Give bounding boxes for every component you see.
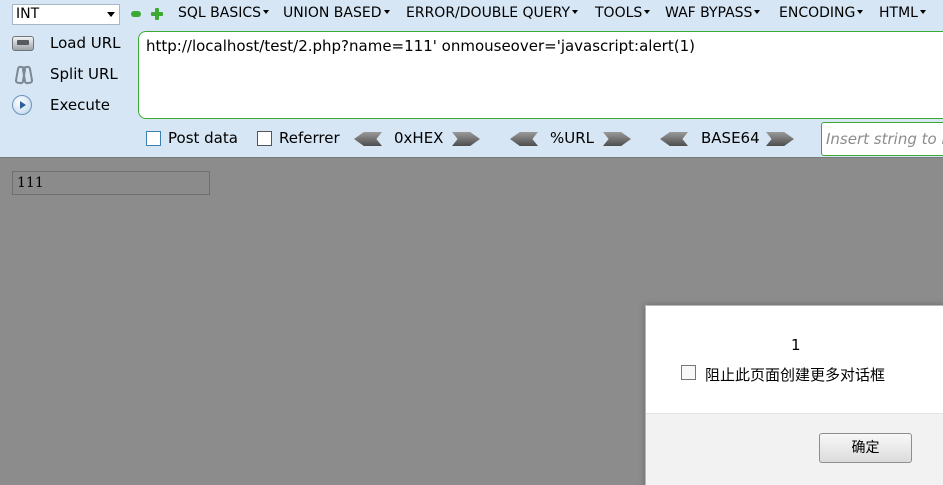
minus-icon[interactable]: [131, 11, 141, 17]
url-converter: %URL: [510, 129, 634, 149]
menu-error-double-query[interactable]: ERROR/DOUBLE QUERY: [406, 5, 579, 21]
name-input[interactable]: 111: [12, 171, 210, 195]
hex-converter: 0xHEX: [354, 129, 482, 149]
url-encode-label: %URL: [550, 129, 595, 147]
scissors-icon: [12, 64, 34, 84]
menu-encoding[interactable]: ENCODING: [779, 5, 864, 21]
menu-label: SQL BASICS: [178, 5, 262, 21]
menu-label: HTML: [879, 5, 918, 21]
alert-dialog-footer: 确定: [646, 413, 943, 485]
base64-label: BASE64: [701, 129, 760, 147]
alert-message: 1: [791, 336, 801, 354]
menu-waf-bypass[interactable]: WAF BYPASS: [665, 5, 761, 21]
load-url-button[interactable]: Load URL: [10, 31, 130, 57]
play-icon: [12, 95, 32, 115]
menu-label: ENCODING: [779, 5, 856, 21]
caret-down-icon: [572, 10, 579, 14]
url-text: http://localhost/test/2.php?name=111' on…: [146, 37, 695, 55]
execute-button[interactable]: Execute: [10, 93, 130, 119]
referrer-label: Referrer: [279, 129, 340, 147]
arrow-left-icon[interactable]: [354, 132, 382, 146]
caret-down-icon: [919, 10, 926, 14]
base64-converter: BASE64: [660, 129, 798, 149]
insert-string-input[interactable]: Insert string to r: [821, 122, 943, 156]
referrer-option[interactable]: Referrer: [257, 129, 347, 148]
referrer-checkbox[interactable]: [257, 131, 272, 146]
insert-string-placeholder: Insert string to r: [826, 130, 943, 148]
type-select-value: INT: [16, 6, 40, 22]
plus-icon[interactable]: [151, 8, 163, 20]
menu-label: TOOLS: [595, 5, 643, 21]
menu-html[interactable]: HTML: [879, 5, 926, 21]
ok-button[interactable]: 确定: [819, 433, 912, 463]
caret-down-icon: [383, 10, 390, 14]
menu-label: UNION BASED: [283, 5, 382, 21]
menu-union-based[interactable]: UNION BASED: [283, 5, 390, 21]
hackbar-toolbar: INT SQL BASICS UNION BASED ERROR/DOUBLE …: [0, 0, 943, 157]
split-url-label: Split URL: [50, 65, 118, 83]
menu-sql-basics[interactable]: SQL BASICS: [178, 5, 270, 21]
name-input-value: 111: [17, 175, 44, 191]
caret-down-icon: [263, 10, 270, 14]
execute-label: Execute: [50, 96, 110, 114]
arrow-right-icon[interactable]: [452, 132, 480, 146]
prevent-dialogs-checkbox[interactable]: [681, 365, 696, 380]
load-url-icon: [12, 36, 34, 51]
post-data-label: Post data: [168, 129, 238, 147]
arrow-right-icon[interactable]: [603, 132, 631, 146]
url-textarea[interactable]: http://localhost/test/2.php?name=111' on…: [138, 31, 943, 119]
post-data-checkbox[interactable]: [146, 131, 161, 146]
prevent-dialogs-label: 阻止此页面创建更多对话框: [705, 366, 886, 384]
menu-label: ERROR/DOUBLE QUERY: [406, 5, 571, 21]
load-url-label: Load URL: [50, 34, 121, 52]
caret-down-icon: [754, 10, 761, 14]
post-data-option[interactable]: Post data: [146, 129, 246, 148]
caret-down-icon: [644, 10, 651, 14]
arrow-left-icon[interactable]: [660, 132, 688, 146]
arrow-right-icon[interactable]: [766, 132, 794, 146]
menu-tools[interactable]: TOOLS: [595, 5, 651, 21]
chevron-down-icon: [107, 12, 115, 17]
hex-label: 0xHEX: [394, 129, 444, 147]
arrow-left-icon[interactable]: [510, 132, 538, 146]
hackbar-menubar: INT SQL BASICS UNION BASED ERROR/DOUBLE …: [0, 0, 943, 30]
alert-dialog: 1 阻止此页面创建更多对话框 确定: [645, 305, 943, 485]
type-select[interactable]: INT: [12, 4, 120, 25]
split-url-button[interactable]: Split URL: [10, 62, 130, 88]
caret-down-icon: [857, 10, 864, 14]
menu-label: WAF BYPASS: [665, 5, 753, 21]
